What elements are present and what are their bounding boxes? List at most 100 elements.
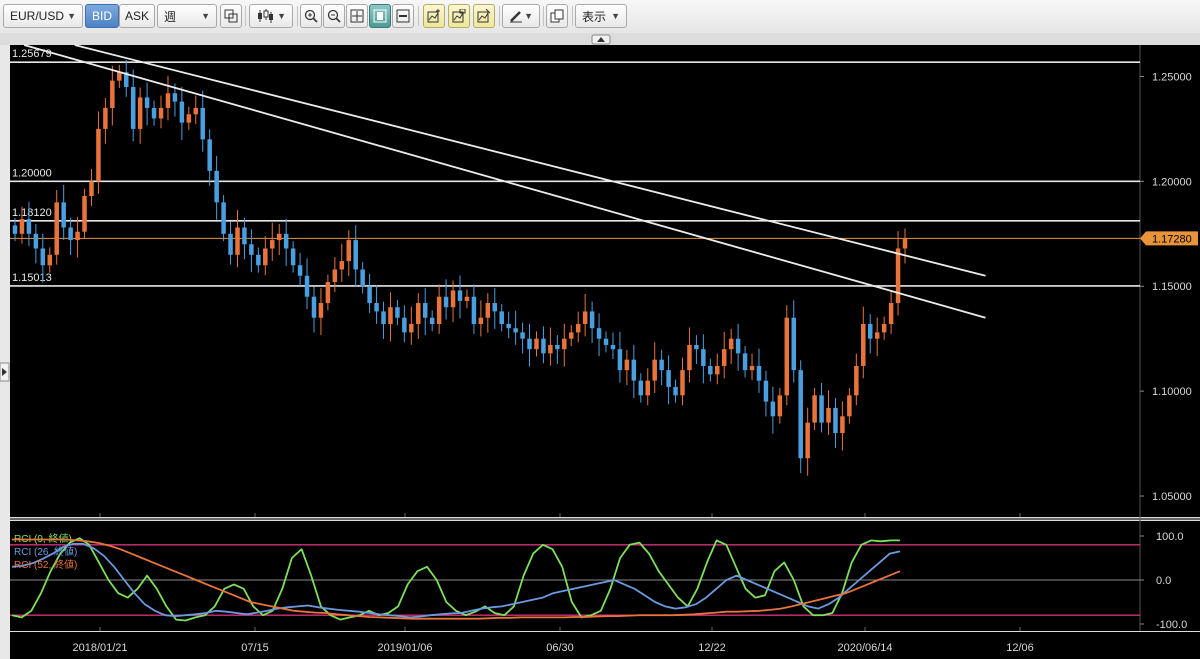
candle-body	[26, 219, 32, 234]
candle-body	[263, 248, 268, 266]
candle-body	[659, 359, 664, 371]
candle-body	[158, 107, 164, 119]
candle-body	[402, 317, 407, 333]
current-price-label: 1.17280	[1152, 233, 1192, 245]
x-tick-label: 2018/01/21	[72, 642, 127, 654]
ask-button[interactable]: ASK	[119, 4, 155, 28]
candle-body	[506, 324, 511, 329]
display-menu-button[interactable]: 表示 ▼	[575, 4, 627, 28]
y-tick-label: 1.05000	[1152, 491, 1192, 503]
y-tick-label: 1.10000	[1152, 386, 1192, 398]
timeframe-select[interactable]: 週 ▼	[157, 4, 217, 28]
collapse-button[interactable]	[591, 34, 611, 45]
zoom-in-icon	[304, 9, 318, 23]
candle-body	[103, 107, 108, 129]
edit-chart-icon	[452, 9, 466, 23]
candle-body	[610, 344, 616, 350]
ask-label: ASK	[124, 9, 149, 23]
add-chart-icon	[427, 9, 440, 23]
chart-type-select[interactable]: ▼	[249, 4, 293, 28]
candle-body	[555, 344, 560, 350]
candle-body	[409, 324, 414, 333]
candle-body	[374, 303, 379, 312]
chart-background	[0, 33, 1200, 659]
rci-y-tick-label: 100.0	[1156, 531, 1184, 543]
candle-body	[492, 303, 498, 312]
fit-button[interactable]	[346, 4, 368, 28]
candle-body	[339, 261, 345, 270]
copy-icon	[550, 9, 564, 23]
x-tick-label: 12/06	[1006, 642, 1034, 654]
bid-button[interactable]: BID	[85, 4, 119, 28]
toolbar-separator	[543, 6, 544, 26]
candle-body	[902, 238, 908, 249]
draw-tool-select[interactable]: ▼	[502, 4, 540, 28]
candle-body	[520, 332, 525, 339]
candle-body	[833, 407, 838, 434]
zoom-out-icon	[327, 9, 341, 23]
split-view-button[interactable]	[392, 4, 414, 28]
rci-legend-item: RCI (9, 終値)	[14, 532, 72, 545]
candle-body	[19, 219, 25, 234]
candle-body	[75, 231, 80, 241]
panel-toggle-button[interactable]	[369, 4, 391, 28]
candle-body	[798, 370, 803, 459]
compare-button[interactable]	[220, 4, 242, 28]
candle-body	[819, 395, 824, 423]
panel-icon	[373, 9, 387, 23]
rci-y-tick-label: -100.0	[1156, 619, 1187, 631]
candle-body	[61, 202, 66, 228]
candle-body	[429, 317, 435, 325]
zoom-in-button[interactable]	[300, 4, 322, 28]
candle-body	[395, 307, 400, 318]
level-label: 1.15013	[12, 272, 52, 284]
level-label: 1.25679	[12, 48, 52, 60]
candle-body	[165, 93, 171, 108]
candle-body	[249, 244, 254, 255]
candle-body	[457, 290, 463, 301]
timeframe-label: 週	[164, 9, 177, 24]
zoom-out-button[interactable]	[323, 4, 345, 28]
candle-body	[110, 80, 115, 108]
symbol-label: EUR/USD	[10, 9, 65, 23]
candle-body	[144, 97, 150, 108]
candle-body	[749, 365, 755, 371]
chevron-down-icon: ▼	[524, 11, 533, 21]
candle-body	[270, 240, 275, 249]
candle-body	[137, 97, 143, 129]
candle-body	[96, 128, 101, 182]
candle-body	[735, 338, 741, 354]
candle-body	[499, 311, 504, 325]
candle-body	[346, 240, 351, 262]
candle-body	[332, 269, 338, 283]
remove-indicator-button[interactable]	[473, 4, 495, 28]
candle-body	[367, 286, 372, 304]
chart-area[interactable]: 1.25679 1.20000 1.18120 1.15013 RCI (9, 終値)…	[0, 33, 1200, 659]
candle-body	[172, 93, 178, 102]
candle-body	[847, 395, 852, 417]
candle-body	[596, 328, 602, 339]
candle-body	[721, 349, 727, 366]
x-tick-label: 2019/01/06	[377, 642, 432, 654]
candle-body	[353, 240, 358, 270]
candle-body	[624, 359, 630, 371]
candle-body	[589, 311, 595, 329]
symbol-select[interactable]: EUR/USD ▼	[3, 4, 83, 28]
candle-body	[513, 328, 518, 333]
candle-body	[617, 349, 623, 371]
edit-indicator-button[interactable]	[448, 4, 470, 28]
display-label: 表示	[582, 9, 607, 24]
copy-button[interactable]	[546, 4, 568, 28]
remove-chart-icon	[477, 9, 491, 23]
candle-body	[117, 72, 122, 81]
candle-body	[151, 107, 157, 119]
x-tick-label: 06/30	[546, 642, 574, 654]
fit-screen-icon	[350, 9, 364, 23]
candle-body	[541, 338, 546, 354]
candle-body	[388, 307, 393, 325]
candle-body	[200, 107, 205, 140]
add-indicator-button[interactable]	[423, 4, 445, 28]
candle-body	[416, 303, 421, 325]
side-panel-toggle[interactable]	[0, 362, 10, 382]
compare-icon	[224, 9, 238, 23]
